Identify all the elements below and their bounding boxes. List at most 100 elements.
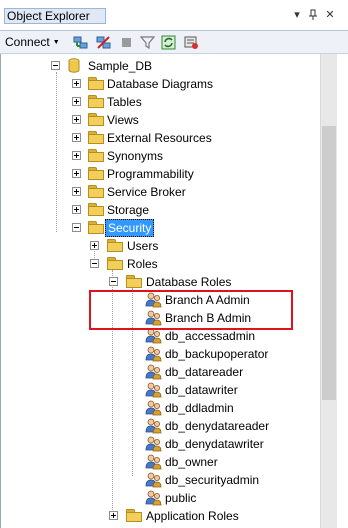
tree-node-database-roles[interactable]: Database Roles (1, 273, 321, 291)
tree-label: db_backupoperator (165, 347, 269, 361)
database-role-icon (145, 382, 162, 398)
tree-node-role[interactable]: db_backupoperator (1, 345, 321, 363)
tree-label: Service Broker (107, 185, 186, 199)
tree-node-security[interactable]: Security (1, 219, 321, 237)
connect-button[interactable]: Connect ▼ (5, 34, 60, 51)
tree-node-role[interactable]: db_owner (1, 453, 321, 471)
folder-icon (107, 239, 123, 252)
tree-node-role[interactable]: db_datawriter (1, 381, 321, 399)
tree-label: External Resources (107, 131, 212, 145)
tree-node-role[interactable]: Branch B Admin (1, 309, 321, 327)
activity-monitor-icon[interactable] (184, 35, 199, 50)
tree-node-role[interactable]: db_denydatareader (1, 417, 321, 435)
folder-icon (88, 167, 104, 180)
database-role-icon (145, 490, 162, 506)
tree-label: db_accessadmin (165, 329, 256, 343)
tree-node-role[interactable]: Branch A Admin (1, 291, 321, 309)
panel-title: Object Explorer (4, 8, 106, 24)
tree-node-views[interactable]: Views (1, 111, 321, 129)
tree-label: db_ddladmin (165, 401, 234, 415)
tree-label: Sample_DB (88, 59, 153, 73)
object-explorer-toolbar: Connect ▼ (0, 30, 348, 54)
expand-icon[interactable] (109, 511, 118, 520)
collapse-icon[interactable] (90, 259, 99, 268)
tree-label: db_securityadmin (165, 473, 260, 487)
folder-icon (107, 257, 123, 270)
folder-icon (88, 77, 104, 90)
expand-icon[interactable] (72, 151, 81, 160)
folder-icon (88, 149, 104, 162)
collapse-icon[interactable] (72, 223, 81, 232)
folder-icon (88, 95, 104, 108)
tree-label: Storage (107, 203, 150, 217)
expand-icon[interactable] (90, 241, 99, 250)
connect-label: Connect (5, 35, 50, 49)
tree-node-external-resources[interactable]: External Resources (1, 129, 321, 147)
tree-node-roles[interactable]: Roles (1, 255, 321, 273)
database-role-icon (145, 400, 162, 416)
connect-object-explorer-icon[interactable] (73, 35, 88, 50)
window-position-icon[interactable]: ▾ (291, 9, 303, 21)
object-explorer-tree: Sample_DB Database Diagrams Tables Views… (0, 54, 348, 528)
folder-icon (126, 275, 142, 288)
tree-label: Roles (127, 257, 158, 271)
panel-right-edge (337, 54, 348, 528)
collapse-icon[interactable] (109, 277, 118, 286)
tree-node-role[interactable]: db_denydatawriter (1, 435, 321, 453)
tree-label: db_datareader (165, 365, 244, 379)
tree-label: Application Roles (146, 509, 239, 523)
expand-icon[interactable] (72, 205, 81, 214)
tree-node-tables[interactable]: Tables (1, 93, 321, 111)
expand-icon[interactable] (72, 115, 81, 124)
folder-icon (88, 131, 104, 144)
tree-node-role[interactable]: db_accessadmin (1, 327, 321, 345)
expand-icon[interactable] (72, 79, 81, 88)
tree-label: Tables (107, 95, 142, 109)
tree-label: Database Roles (146, 275, 232, 289)
scrollbar-thumb[interactable] (322, 126, 336, 400)
folder-icon (88, 113, 104, 126)
tree-label: Synonyms (107, 149, 164, 163)
folder-icon (126, 509, 142, 522)
tree-node-storage[interactable]: Storage (1, 201, 321, 219)
vertical-scrollbar[interactable] (320, 54, 337, 528)
tree-node-role[interactable]: db_datareader (1, 363, 321, 381)
tree-node-role[interactable]: public (1, 489, 321, 507)
tree-node-database-diagrams[interactable]: Database Diagrams (1, 75, 321, 93)
tree-node-users[interactable]: Users (1, 237, 321, 255)
tree-label: Programmability (107, 167, 194, 181)
database-icon (68, 58, 80, 73)
expand-icon[interactable] (72, 187, 81, 196)
collapse-icon[interactable] (51, 61, 60, 70)
object-explorer-titlebar: Object Explorer ▾ ✕ (0, 0, 348, 30)
stop-icon[interactable] (119, 35, 134, 50)
database-role-icon (145, 310, 162, 326)
tree-node-service-broker[interactable]: Service Broker (1, 183, 321, 201)
tree-node-synonyms[interactable]: Synonyms (1, 147, 321, 165)
tree-label: Views (107, 113, 139, 127)
database-role-icon (145, 364, 162, 380)
auto-hide-pin-icon[interactable] (307, 9, 319, 21)
database-role-icon (145, 436, 162, 452)
tree-node-programmability[interactable]: Programmability (1, 165, 321, 183)
tree-node-role[interactable]: db_ddladmin (1, 399, 321, 417)
disconnect-icon[interactable] (96, 35, 111, 50)
tree-label: db_denydatareader (165, 419, 270, 433)
tree-node-database[interactable]: Sample_DB (1, 57, 321, 75)
expand-icon[interactable] (72, 169, 81, 178)
close-icon[interactable]: ✕ (324, 9, 336, 21)
database-role-icon (145, 346, 162, 362)
database-role-icon (145, 454, 162, 470)
filter-icon[interactable] (140, 35, 155, 50)
tree-node-application-roles[interactable]: Application Roles (1, 507, 321, 525)
database-role-icon (145, 328, 162, 344)
expand-icon[interactable] (72, 97, 81, 106)
folder-icon (88, 221, 104, 234)
tree-label: db_denydatawriter (165, 437, 264, 451)
tree-label: Users (127, 239, 159, 253)
tree-node-role[interactable]: db_securityadmin (1, 471, 321, 489)
expand-icon[interactable] (72, 133, 81, 142)
database-role-icon (145, 292, 162, 308)
refresh-icon[interactable] (161, 35, 176, 50)
tree-label: Database Diagrams (107, 77, 214, 91)
